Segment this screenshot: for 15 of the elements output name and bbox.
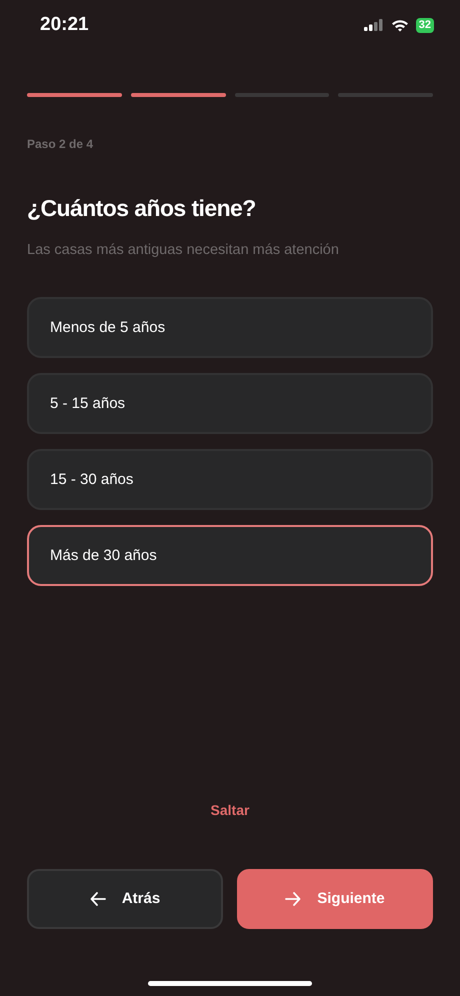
question-subtitle: Las casas más antiguas necesitan más atención [26, 240, 340, 260]
wifi-icon [390, 18, 409, 32]
signal-icon [364, 19, 384, 31]
right-arrow-icon [285, 891, 302, 907]
left-arrow-icon [90, 891, 106, 907]
answer-option[interactable]: 15 - 30 años [27, 449, 433, 510]
status-time: 20:21 [40, 12, 89, 37]
answer-option[interactable]: 5 - 15 años [27, 373, 433, 434]
back-button[interactable]: Atrás [27, 869, 223, 929]
battery-indicator: 32 [416, 18, 434, 32]
answer-option[interactable]: Más de 30 años [27, 525, 433, 586]
answer-option[interactable]: Menos de 5 años [27, 297, 433, 358]
question-title: ¿Cuántos años tiene? [26, 194, 257, 223]
step-label: Paso 2 de 4 [26, 136, 94, 153]
skip-link[interactable]: Saltar [210, 800, 250, 821]
